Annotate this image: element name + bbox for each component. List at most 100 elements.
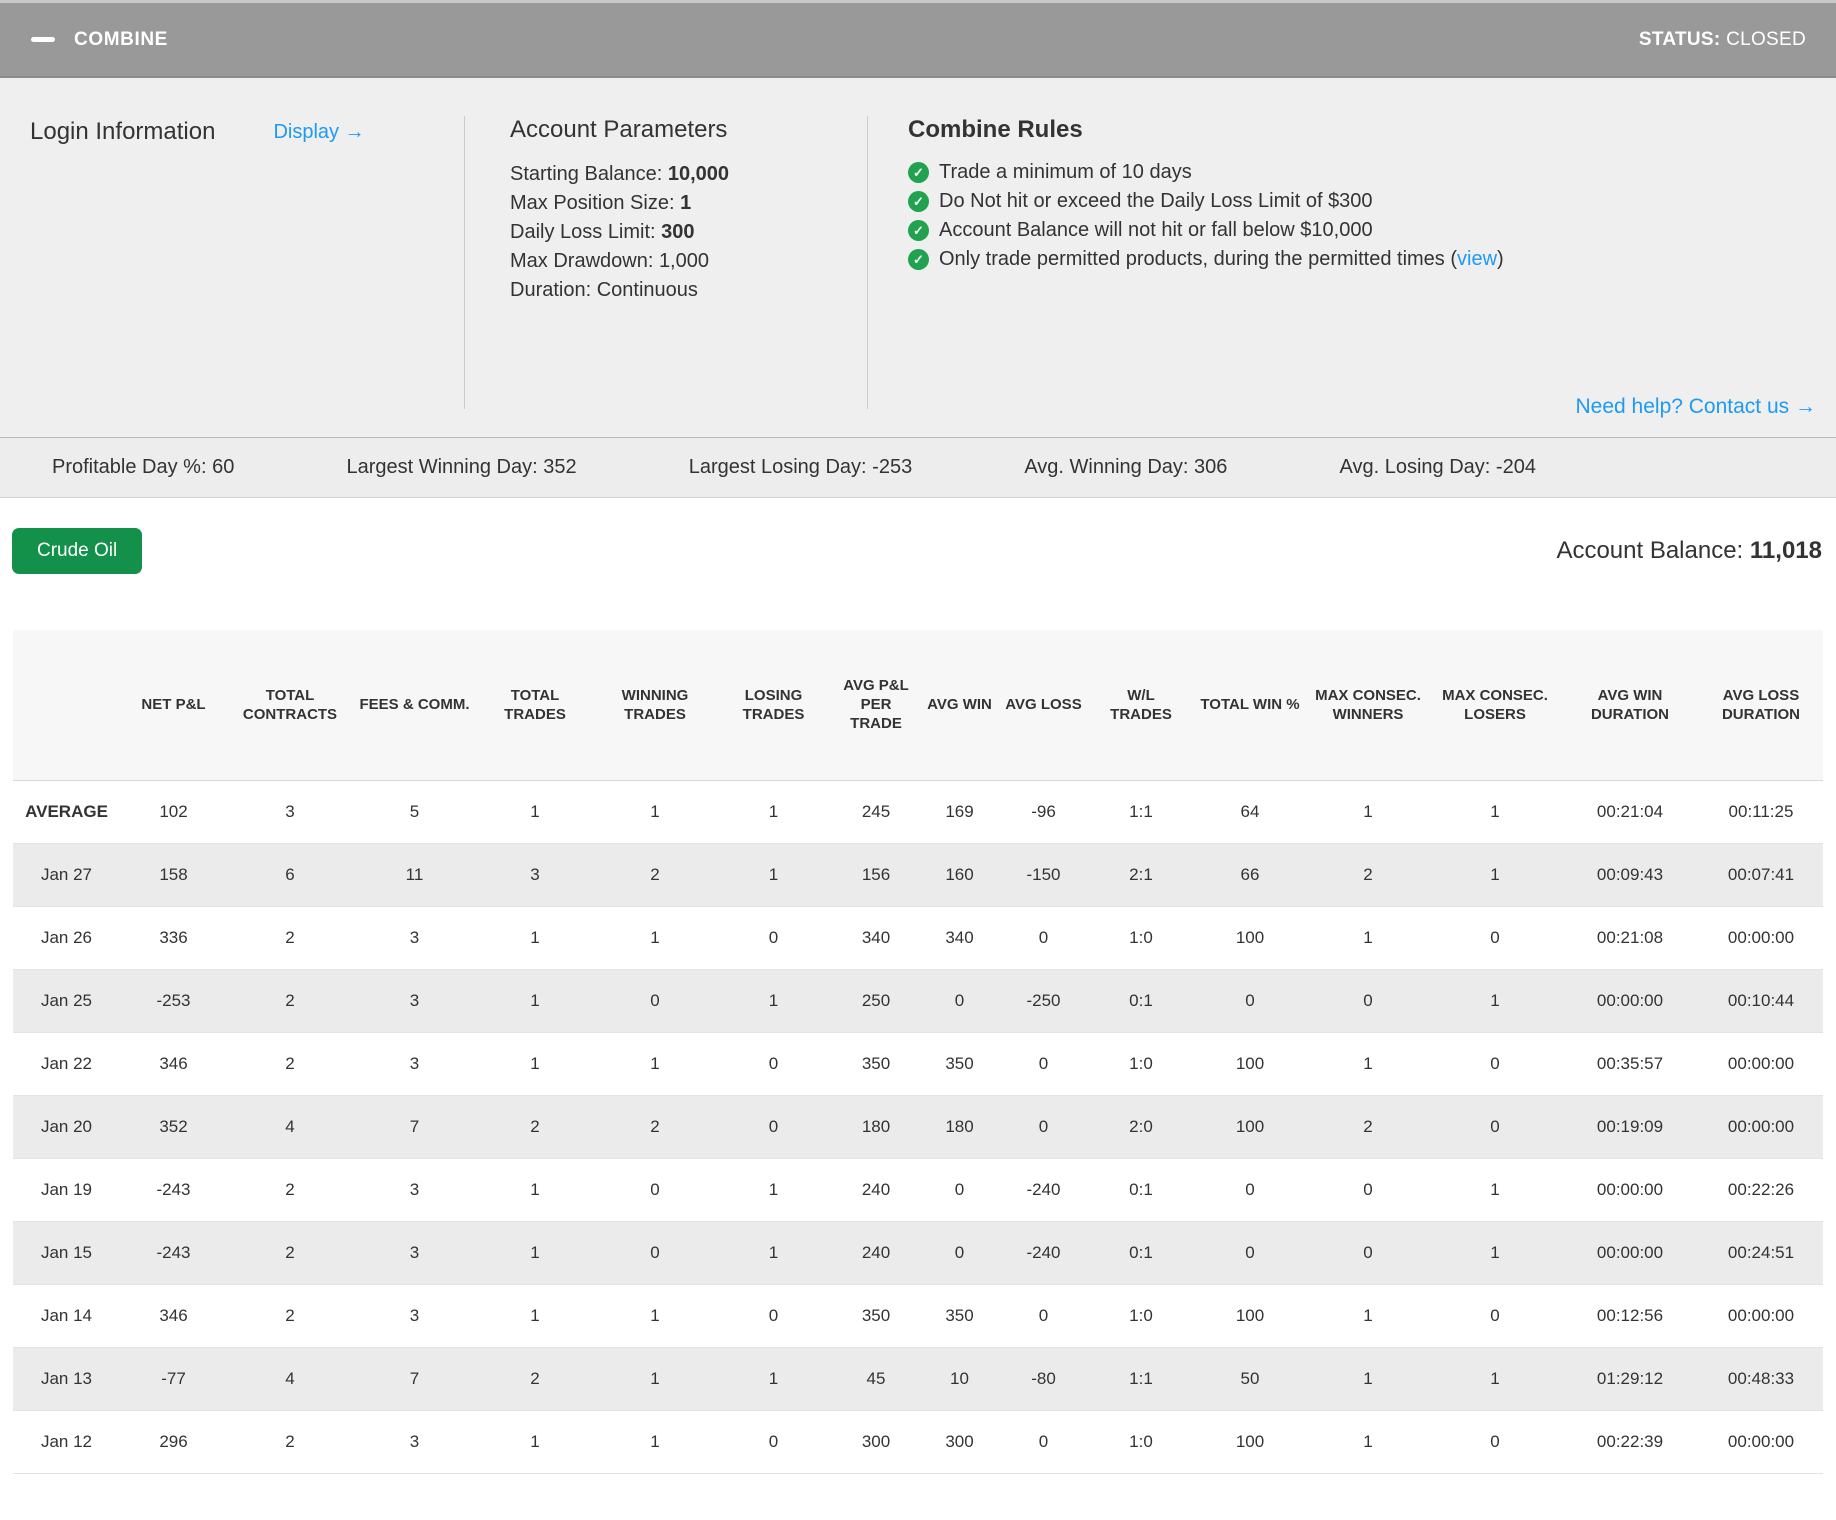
stat-label: Profitable Day %: bbox=[52, 456, 213, 478]
column-header: LOSING TRADES bbox=[716, 630, 831, 781]
cell-value: 1 bbox=[768, 990, 779, 1010]
row-label: Jan 27 bbox=[40, 864, 93, 884]
cell-value: 7 bbox=[409, 1368, 420, 1388]
check-icon: ✓ bbox=[908, 191, 929, 212]
cell-value: 1 bbox=[1363, 801, 1373, 821]
stat-item: Profitable Day %: 60 bbox=[52, 456, 234, 479]
row-label: Jan 19 bbox=[40, 1179, 93, 1199]
cell-value: 1 bbox=[1490, 864, 1500, 884]
cell-value: 0 bbox=[768, 1116, 779, 1136]
row-label: AVERAGE bbox=[25, 801, 108, 821]
column-header: AVG WIN DURATION bbox=[1561, 630, 1699, 781]
cell-value: 00:19:09 bbox=[1596, 1116, 1664, 1136]
daily-stats-table-wrap: NET P&L TOTAL CONTRACTS FEES & COMM. TOTAL … bbox=[13, 630, 1823, 1474]
cell-value: 1 bbox=[768, 1368, 779, 1388]
cell-value: 1 bbox=[650, 927, 660, 947]
cell-value: 10 bbox=[950, 1368, 969, 1388]
rule-text: Trade a minimum of 10 days bbox=[939, 161, 1192, 183]
cell-value: 3 bbox=[409, 927, 420, 947]
cell-value: 300 bbox=[861, 1431, 891, 1451]
cell-value: 0 bbox=[1038, 927, 1049, 947]
login-information-title: Login Information bbox=[30, 118, 216, 145]
cell-value: 1:0 bbox=[1129, 1305, 1153, 1325]
cell-value: 0 bbox=[1363, 990, 1373, 1010]
rule-text: Account Balance will not hit or fall bel… bbox=[939, 219, 1373, 241]
cell-value: 00:21:08 bbox=[1596, 927, 1664, 947]
cell-value: 00:24:51 bbox=[1727, 1242, 1795, 1262]
cell-value: 3 bbox=[409, 1305, 420, 1325]
row-label: Jan 12 bbox=[40, 1431, 93, 1451]
stat-value: 352 bbox=[543, 456, 577, 478]
stat-value: -204 bbox=[1495, 456, 1536, 478]
cell-value: 0 bbox=[1038, 1116, 1049, 1136]
table-row: Jan 27 158 6 11 3 2 1 156 160 -150 2:1 66 2 1 00:09:43… bbox=[13, 843, 1823, 906]
column-header: AVG LOSS bbox=[998, 630, 1089, 781]
cell-value: 64 bbox=[1240, 801, 1260, 821]
cell-value: 1:0 bbox=[1129, 927, 1153, 947]
table-header-row: NET P&L TOTAL CONTRACTS FEES & COMM. TOTAL … bbox=[13, 630, 1823, 781]
cell-value: 100 bbox=[1235, 1116, 1265, 1136]
cell-value: 340 bbox=[861, 927, 891, 947]
parameter-label: Starting Balance: bbox=[510, 163, 668, 185]
cell-value: 2 bbox=[1363, 864, 1373, 884]
parameter-label: Daily Loss Limit: bbox=[510, 221, 662, 243]
parameter-label: Max Position Size: bbox=[510, 192, 681, 214]
cell-value: 2:0 bbox=[1129, 1116, 1153, 1136]
table-row: AVERAGE 102 3 5 1 1 1 245 169 -96 1:1 64 1 1 00:21:04 0… bbox=[13, 780, 1823, 843]
cell-value: 1 bbox=[1490, 1242, 1500, 1262]
cell-value: 1:0 bbox=[1129, 1431, 1153, 1451]
product-tab-crude-oil[interactable]: Crude Oil bbox=[12, 528, 143, 574]
cell-value: 0 bbox=[954, 1179, 965, 1199]
cell-value: 1 bbox=[1490, 990, 1500, 1010]
row-label: Jan 14 bbox=[40, 1305, 93, 1325]
cell-value: 0 bbox=[1245, 990, 1255, 1010]
cell-value: 66 bbox=[1240, 864, 1260, 884]
cell-value: 169 bbox=[945, 801, 974, 821]
cell-value: 1 bbox=[530, 1305, 540, 1325]
cell-value: 3 bbox=[530, 864, 540, 884]
cell-value: 0 bbox=[1490, 1431, 1500, 1451]
cell-value: -240 bbox=[1026, 1242, 1061, 1262]
cell-value: 0 bbox=[1490, 927, 1500, 947]
cell-value: 00:00:00 bbox=[1727, 1431, 1795, 1451]
account-parameter: Max Drawdown: 1,000 bbox=[510, 247, 867, 276]
column-header: TOTAL TRADES bbox=[476, 630, 594, 781]
cell-value: 2 bbox=[285, 1053, 295, 1073]
account-parameters-list: Starting Balance: 10,000 Max Position Siz… bbox=[510, 160, 867, 305]
cell-value: 00:12:56 bbox=[1596, 1305, 1664, 1325]
cell-value: 1 bbox=[530, 990, 540, 1010]
account-row: Crude Oil Account Balance: 11,018 bbox=[0, 498, 1836, 574]
cell-value: 300 bbox=[945, 1431, 974, 1451]
cell-value: 2 bbox=[285, 1242, 295, 1262]
cell-value: 2 bbox=[285, 1179, 295, 1199]
cell-value: 4 bbox=[285, 1116, 295, 1136]
login-information-section: Login Information Display → bbox=[30, 116, 464, 437]
row-label: Jan 13 bbox=[40, 1368, 93, 1388]
check-icon: ✓ bbox=[908, 249, 929, 270]
stat-label: Avg. Winning Day: bbox=[1024, 456, 1195, 478]
parameter-value: 300 bbox=[661, 221, 695, 243]
stat-value: 60 bbox=[212, 456, 235, 478]
cell-value: 0 bbox=[768, 1053, 779, 1073]
cell-value: 3 bbox=[409, 1179, 420, 1199]
cell-value: 0 bbox=[1038, 1053, 1049, 1073]
stat-item: Largest Losing Day: -253 bbox=[689, 456, 912, 479]
view-link[interactable]: view bbox=[1457, 248, 1497, 270]
stat-label: Largest Winning Day: bbox=[346, 456, 544, 478]
cell-value: 00:09:43 bbox=[1596, 864, 1664, 884]
stat-value: -253 bbox=[872, 456, 913, 478]
cell-value: 350 bbox=[945, 1053, 974, 1073]
display-link[interactable]: Display → bbox=[273, 121, 364, 144]
contact-us-link[interactable]: Need help? Contact us → bbox=[1576, 395, 1816, 419]
cell-value: 45 bbox=[866, 1368, 886, 1388]
stat-item: Avg. Losing Day: -204 bbox=[1340, 456, 1536, 479]
status-value: CLOSED bbox=[1726, 28, 1806, 50]
cell-value: 00:10:44 bbox=[1727, 990, 1795, 1010]
collapse-icon[interactable] bbox=[30, 27, 56, 53]
status-label: STATUS: bbox=[1638, 28, 1721, 50]
table-header: NET P&L TOTAL CONTRACTS FEES & COMM. TOTAL … bbox=[13, 630, 1823, 781]
cell-value: 0 bbox=[954, 1242, 965, 1262]
cell-value: 2 bbox=[285, 1305, 295, 1325]
column-header: MAX CONSEC. LOSERS bbox=[1429, 630, 1561, 781]
cell-value: 1 bbox=[530, 1242, 540, 1262]
